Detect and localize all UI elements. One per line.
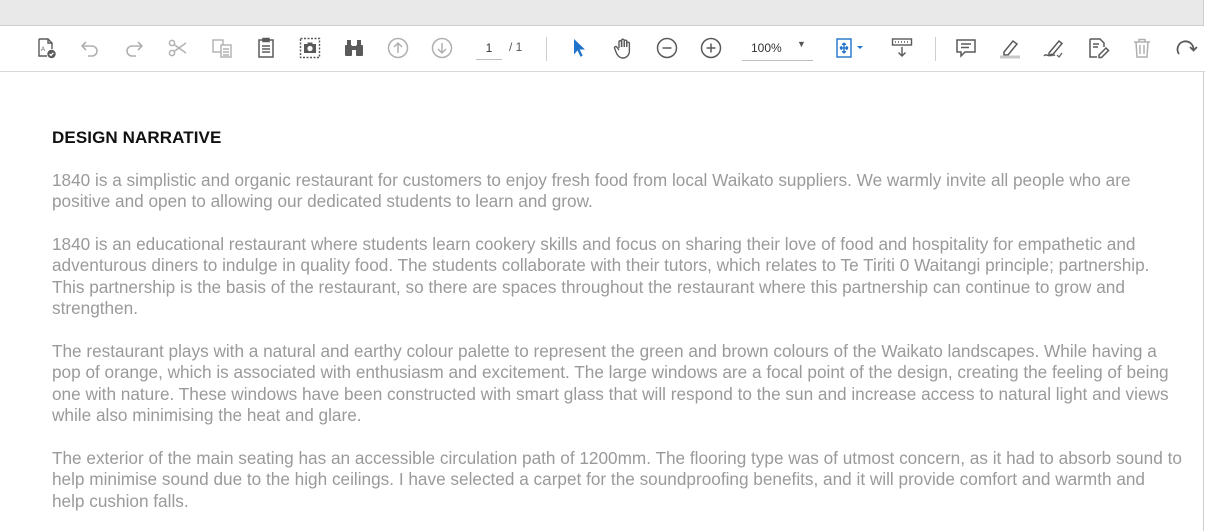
paragraph-colour-palette: The restaurant plays with a natural and … (52, 341, 1169, 426)
highlight-icon[interactable] (997, 35, 1023, 61)
fit-page-icon[interactable] (833, 35, 867, 61)
find-binoculars-icon[interactable] (341, 35, 367, 61)
redo-icon[interactable] (121, 35, 147, 61)
zoom-level-dropdown[interactable]: 100% ▼ (742, 37, 813, 61)
paragraph-exterior-seating: The exterior of the main seating has an … (52, 448, 1182, 511)
next-page-icon[interactable] (429, 35, 455, 61)
page-total-label: / 1 (509, 40, 523, 54)
chevron-down-icon: ▼ (797, 39, 806, 49)
rotate-icon[interactable] (1174, 35, 1200, 61)
edit-text-icon[interactable] (1085, 35, 1111, 61)
select-cursor-icon[interactable] (566, 35, 592, 61)
previous-page-icon[interactable] (385, 35, 411, 61)
pdf-toolbar: A 1 / 1 100% ▼ (0, 26, 1205, 72)
paragraph-intro: 1840 is a simplistic and organic restaur… (52, 170, 1131, 212)
toolbar-divider (546, 37, 547, 61)
undo-icon[interactable] (77, 35, 103, 61)
comment-icon[interactable] (953, 35, 979, 61)
cut-icon[interactable] (165, 35, 191, 61)
draw-pen-icon[interactable] (1041, 35, 1067, 61)
svg-text:A: A (41, 47, 45, 53)
zoom-in-icon[interactable] (698, 35, 724, 61)
paragraph-education: 1840 is an educational restaurant where … (52, 234, 1150, 319)
scrolling-mode-icon[interactable] (889, 35, 915, 61)
toolbar-divider (935, 37, 936, 61)
document-heading: DESIGN NARRATIVE (52, 128, 222, 147)
page-number-input[interactable] (476, 37, 502, 60)
copy-icon[interactable] (209, 35, 235, 61)
zoom-out-icon[interactable] (654, 35, 680, 61)
document-page: DESIGN NARRATIVE 1840 is a simplistic an… (0, 72, 1204, 531)
zoom-level-value: 100% (751, 41, 782, 55)
document-properties-icon[interactable]: A (33, 35, 59, 61)
snapshot-icon[interactable] (297, 35, 323, 61)
paste-icon[interactable] (253, 35, 279, 61)
top-strip (0, 0, 1204, 26)
hand-tool-icon[interactable] (610, 35, 636, 61)
delete-trash-icon[interactable] (1129, 35, 1155, 61)
